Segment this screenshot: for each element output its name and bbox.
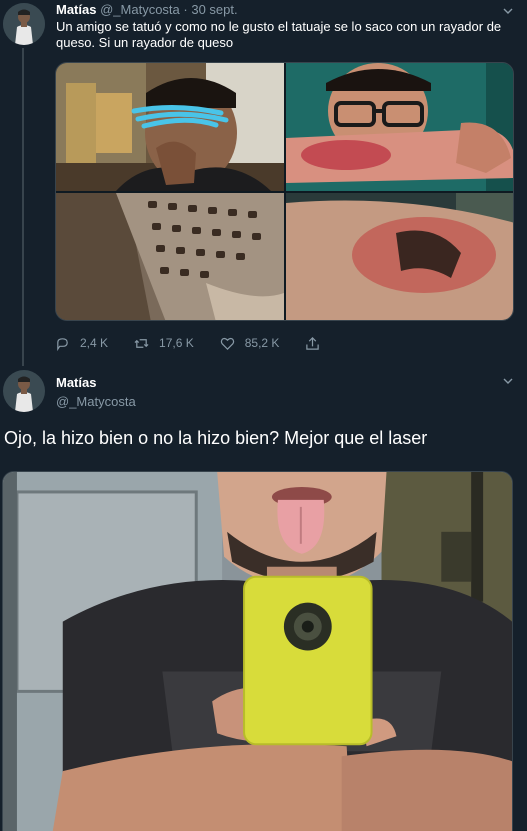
- author-handle[interactable]: @_Matycosta: [100, 2, 180, 17]
- reply-count: 2,4 K: [80, 336, 109, 350]
- heart-icon: [220, 337, 234, 350]
- author-name[interactable]: Matías: [56, 2, 96, 17]
- retweet-button[interactable]: 17,6 K: [134, 336, 194, 351]
- tweet-text: Ojo, la hizo bien o no la hizo bien? Mej…: [4, 428, 428, 448]
- tweet-date[interactable]: 30 sept.: [191, 2, 237, 17]
- reply-button[interactable]: 2,4 K: [55, 336, 108, 351]
- share-icon: [306, 336, 320, 350]
- photo-cheese-grater[interactable]: [56, 193, 284, 320]
- retweet-icon: [134, 338, 149, 348]
- photo-arm-wound-glasses[interactable]: [286, 63, 513, 191]
- retweet-count: 17,6 K: [159, 336, 194, 350]
- tweet-actions: 2,4 K 17,6 K 85,2 K: [55, 334, 346, 352]
- parent-tweet[interactable]: Matías @_Matycosta · 30 sept. Un amigo s…: [0, 0, 527, 366]
- photo-selfie-face-censored[interactable]: [56, 63, 284, 191]
- avatar[interactable]: [3, 370, 45, 412]
- header-separator: ·: [183, 2, 188, 17]
- tweet-text: Un amigo se tatuó y como no le gusto el …: [56, 19, 502, 50]
- author-handle[interactable]: @_Matycosta: [56, 394, 136, 409]
- photo-arm-scraped-tattoo[interactable]: [286, 193, 513, 320]
- reply-icon: [57, 337, 68, 351]
- avatar[interactable]: [3, 3, 45, 45]
- author-name[interactable]: Matías: [56, 375, 96, 390]
- tweet-header: Matías @_Matycosta · 30 sept.: [56, 2, 238, 17]
- chevron-down-icon[interactable]: [503, 6, 513, 16]
- share-button[interactable]: [305, 336, 320, 351]
- like-button[interactable]: 85,2 K: [220, 336, 280, 351]
- chevron-down-icon[interactable]: [503, 376, 513, 386]
- thread-connector-line: [22, 48, 24, 366]
- like-count: 85,2 K: [244, 336, 280, 350]
- photo-mirror-selfie-tongue[interactable]: [2, 471, 513, 831]
- media-grid: [55, 62, 514, 321]
